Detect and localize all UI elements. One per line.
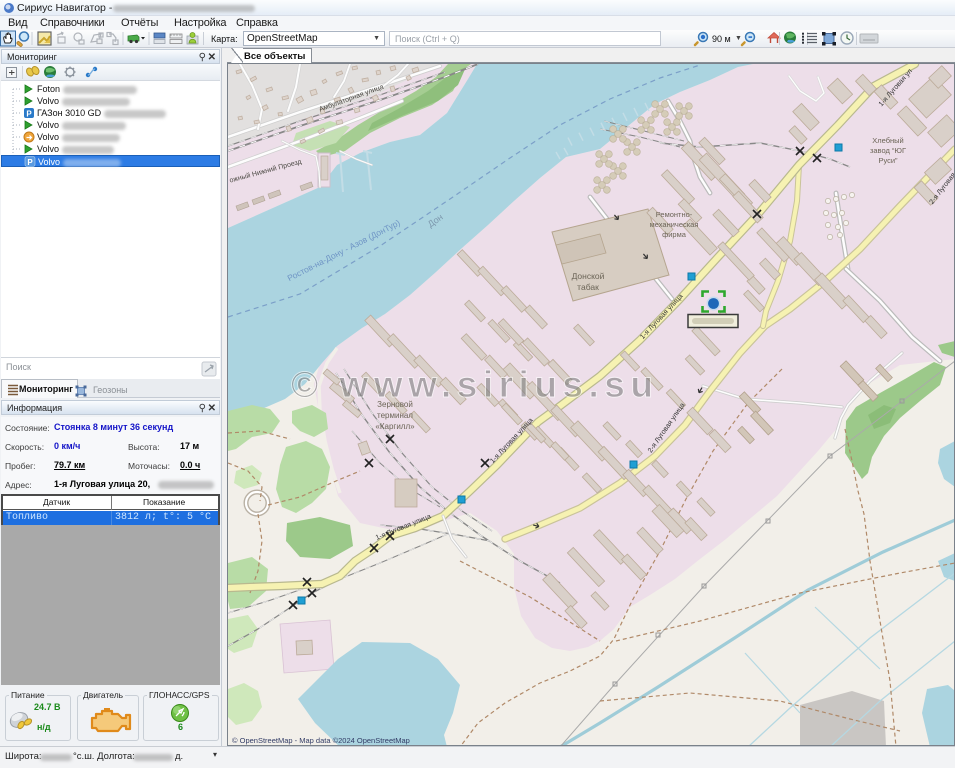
svg-text:Донской: Донской: [572, 271, 605, 281]
svg-text:© www.sirius.su: © www.sirius.su: [291, 364, 658, 405]
svg-text:Руси”: Руси”: [878, 156, 898, 165]
svg-text:фирма: фирма: [662, 230, 687, 239]
svg-text:табак: табак: [577, 282, 599, 292]
svg-text:терминал: терминал: [377, 411, 413, 420]
svg-text:Хлебный: Хлебный: [872, 136, 903, 145]
svg-text:«Каргилл»: «Каргилл»: [375, 422, 415, 431]
svg-text:Ремонтно-: Ремонтно-: [656, 210, 693, 219]
svg-text:© OpenStreetMap - Map data ©20: © OpenStreetMap - Map data ©2024 OpenStr…: [232, 736, 410, 745]
svg-text:механическая: механическая: [650, 220, 699, 229]
svg-text:завод “ЮГ: завод “ЮГ: [870, 146, 906, 155]
svg-text:P: P: [27, 158, 33, 167]
